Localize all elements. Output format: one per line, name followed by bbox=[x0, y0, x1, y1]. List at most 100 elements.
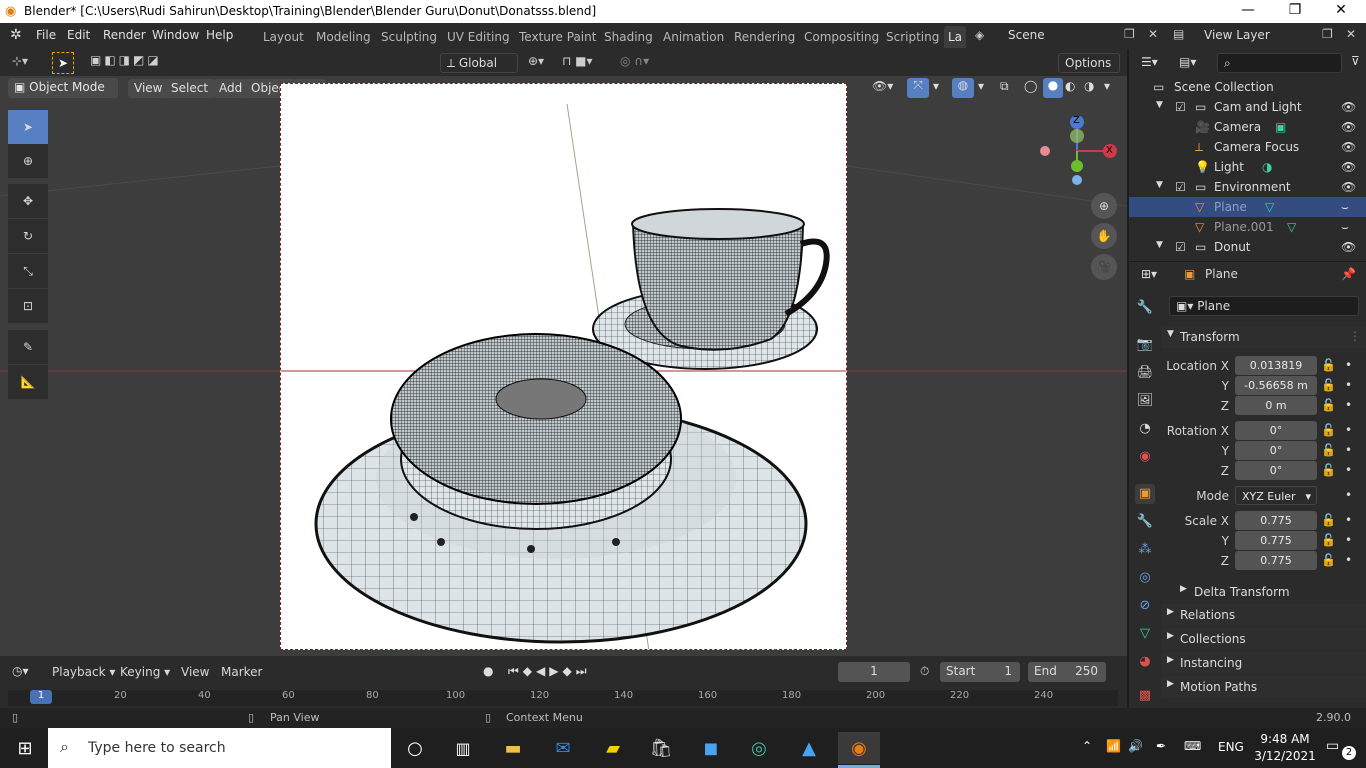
remove-view-layer-icon[interactable]: ✕ bbox=[1346, 27, 1356, 41]
playback-menu[interactable]: Playback ▾ bbox=[52, 665, 115, 679]
tool-tab-icon[interactable]: 🔧 bbox=[1135, 298, 1155, 318]
keyframe-dot-icon[interactable]: • bbox=[1345, 533, 1352, 547]
gizmo-dropdown-icon[interactable]: ▾ bbox=[933, 79, 939, 93]
tab-compositing[interactable]: Compositing bbox=[798, 26, 885, 48]
task-view-icon[interactable]: ▥ bbox=[446, 732, 480, 764]
outliner-row-plane-001[interactable]: ▽ Plane.001 ▽ ⌣ bbox=[1129, 217, 1366, 237]
lock-location-z-icon[interactable]: 🔓 bbox=[1321, 398, 1336, 412]
keyframe-dot-icon[interactable]: • bbox=[1345, 553, 1352, 567]
modifier-tab-icon[interactable]: 🔧 bbox=[1135, 512, 1155, 532]
whiteboard-icon[interactable]: ◼ bbox=[694, 732, 728, 764]
checkbox-icon[interactable]: ☑ bbox=[1175, 180, 1186, 194]
motion-paths-panel[interactable]: ▶ Motion Paths bbox=[1161, 676, 1366, 698]
tab-scripting[interactable]: Scripting bbox=[880, 26, 945, 48]
maximize-button[interactable]: ❐ bbox=[1272, 0, 1318, 23]
texture-tab-icon[interactable]: ▩ bbox=[1135, 686, 1155, 706]
keyframe-dot-icon[interactable]: • bbox=[1345, 488, 1352, 502]
shading-dropdown-icon[interactable]: ▾ bbox=[1104, 79, 1110, 93]
selection-mode-icons[interactable]: ▣◧◨◩◪ bbox=[90, 53, 162, 67]
rotation-mode-dropdown[interactable]: XYZ Euler ▾ bbox=[1235, 486, 1317, 505]
photos-icon[interactable]: ▲ bbox=[792, 732, 826, 764]
tab-rendering[interactable]: Rendering bbox=[728, 26, 801, 48]
material-shading-icon[interactable]: ◐ bbox=[1065, 79, 1075, 93]
filter-icon[interactable]: ⊽ bbox=[1351, 54, 1360, 68]
data-tab-icon[interactable]: ▽ bbox=[1135, 624, 1155, 644]
location-z-field[interactable]: 0 m bbox=[1235, 396, 1317, 415]
tab-uv-editing[interactable]: UV Editing bbox=[441, 26, 516, 48]
add-menu[interactable]: Add bbox=[213, 79, 249, 98]
instancing-panel[interactable]: ▶ Instancing bbox=[1161, 652, 1366, 674]
eye-icon[interactable]: 👁 bbox=[1341, 140, 1356, 154]
view-layer-tab-icon[interactable]: 🖼 bbox=[1135, 391, 1155, 411]
transform-panel-header[interactable]: ▼ Transform ⋮⋮ bbox=[1161, 326, 1366, 348]
edge-icon[interactable]: ◎ bbox=[742, 732, 776, 764]
measure-tool-icon[interactable]: 📐 bbox=[8, 365, 48, 399]
cortana-icon[interactable]: ○ bbox=[398, 732, 432, 764]
output-tab-icon[interactable]: 🖨 bbox=[1135, 363, 1155, 383]
tab-animation[interactable]: Animation bbox=[657, 26, 730, 48]
menu-edit[interactable]: Edit bbox=[67, 28, 90, 42]
proportional-edit-icon[interactable]: ◎ ∩▾ bbox=[620, 54, 649, 68]
close-button[interactable]: ✕ bbox=[1318, 0, 1364, 23]
physics-tab-icon[interactable]: ◎ bbox=[1135, 568, 1155, 588]
overlays-icon[interactable]: ◍ bbox=[952, 78, 974, 98]
menu-render[interactable]: Render bbox=[103, 28, 146, 42]
sticky-notes-icon[interactable]: ▰ bbox=[596, 732, 630, 764]
rotation-y-field[interactable]: 0° bbox=[1235, 441, 1317, 460]
file-explorer-icon[interactable]: ▬ bbox=[496, 732, 530, 764]
scale-y-field[interactable]: 0.775 bbox=[1235, 531, 1317, 550]
frame-ruler[interactable]: 1 20 40 60 80 100 120 140 160 180 200 22… bbox=[8, 690, 1118, 706]
lock-rotation-z-icon[interactable]: 🔓 bbox=[1321, 463, 1336, 477]
constraints-tab-icon[interactable]: ⊘ bbox=[1135, 596, 1155, 616]
rendered-shading-icon[interactable]: ◑ bbox=[1084, 79, 1094, 93]
hidden-eye-icon[interactable]: ⌣ bbox=[1341, 200, 1349, 215]
lock-scale-x-icon[interactable]: 🔓 bbox=[1321, 513, 1336, 527]
clock-date[interactable]: 3/12/2021 bbox=[1254, 749, 1316, 763]
object-tab-icon[interactable]: ▣ bbox=[1135, 484, 1155, 504]
object-name-field[interactable]: ▣▾ Plane bbox=[1169, 296, 1359, 316]
editor-type-icon[interactable]: ⊹▾ bbox=[12, 54, 28, 68]
menu-window[interactable]: Window bbox=[152, 28, 199, 42]
delta-transform-panel[interactable]: ▶ Delta Transform bbox=[1174, 581, 1364, 603]
rotate-tool-icon[interactable]: ↻ bbox=[8, 219, 48, 253]
overlays-dropdown-icon[interactable]: ▾ bbox=[978, 79, 984, 93]
show-hidden-icons[interactable]: ⌃ bbox=[1082, 739, 1092, 753]
timer-icon[interactable]: ⏱ bbox=[920, 664, 929, 679]
outliner-row-scene-collection[interactable]: ▭ Scene Collection bbox=[1129, 77, 1366, 97]
outliner-row-environment[interactable]: ▼ ☑ ▭ Environment 👁 bbox=[1129, 177, 1366, 197]
location-y-field[interactable]: -0.56658 m bbox=[1235, 376, 1317, 395]
outliner-row-donut[interactable]: ▼ ☑ ▭ Donut 👁 bbox=[1129, 237, 1366, 257]
language-indicator[interactable]: ENG bbox=[1218, 740, 1244, 754]
notifications-icon[interactable]: ▭ bbox=[1326, 738, 1339, 754]
eye-icon[interactable]: 👁 bbox=[1341, 120, 1356, 134]
menu-help[interactable]: Help bbox=[206, 28, 233, 42]
keyframe-dot-icon[interactable]: • bbox=[1345, 423, 1352, 437]
keyboard-icon[interactable]: ⌨ bbox=[1184, 739, 1201, 753]
keyframe-dot-icon[interactable]: • bbox=[1345, 443, 1352, 457]
select-tool-icon[interactable]: ➤ bbox=[52, 52, 74, 74]
tab-sculpting[interactable]: Sculpting bbox=[375, 26, 443, 48]
rotation-x-field[interactable]: 0° bbox=[1235, 421, 1317, 440]
outliner-row-plane[interactable]: ▽ Plane ▽ ⌣ bbox=[1129, 197, 1366, 217]
relations-panel[interactable]: ▶ Relations bbox=[1161, 604, 1366, 626]
properties-editor-type-icon[interactable]: ⊞▾ bbox=[1141, 267, 1157, 281]
new-scene-icon[interactable]: ❐ bbox=[1124, 27, 1135, 41]
scale-tool-icon[interactable]: ⤡ bbox=[8, 254, 48, 288]
scene-selector[interactable]: Scene bbox=[1002, 26, 1112, 46]
location-x-field[interactable]: 0.013819 bbox=[1235, 356, 1317, 375]
tab-layout-active[interactable]: La bbox=[944, 26, 966, 48]
collections-panel[interactable]: ▶ Collections bbox=[1161, 628, 1366, 650]
solid-shading-icon[interactable]: ● bbox=[1043, 78, 1063, 98]
lock-rotation-x-icon[interactable]: 🔓 bbox=[1321, 423, 1336, 437]
gizmo-toggle-icon[interactable]: ⤧ bbox=[907, 78, 929, 98]
rotation-z-field[interactable]: 0° bbox=[1235, 461, 1317, 480]
render-tab-icon[interactable]: 📷 bbox=[1135, 335, 1155, 355]
checkbox-icon[interactable]: ☑ bbox=[1175, 240, 1186, 254]
expand-arrow-icon[interactable]: ▼ bbox=[1156, 100, 1163, 110]
keyframe-dot-icon[interactable]: • bbox=[1345, 378, 1352, 392]
outliner-row-camera[interactable]: 🎥 Camera ▣ 👁 bbox=[1129, 117, 1366, 137]
cursor-tool-icon[interactable]: ⊕ bbox=[8, 144, 48, 178]
eye-icon[interactable]: 👁 bbox=[1341, 180, 1356, 194]
select-menu[interactable]: Select bbox=[165, 79, 215, 98]
tab-shading[interactable]: Shading bbox=[598, 26, 659, 48]
